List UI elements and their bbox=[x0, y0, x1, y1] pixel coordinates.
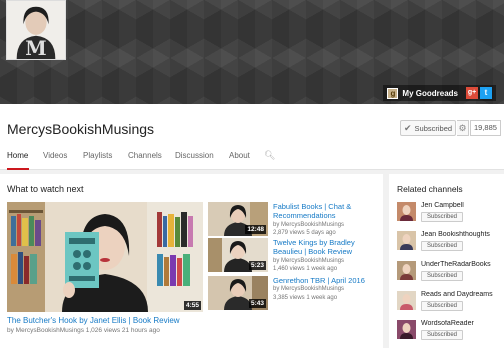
tab-videos[interactable]: Videos bbox=[43, 151, 67, 170]
featured-video-meta: by MercysBookishMusings 1,026 views 21 h… bbox=[7, 327, 160, 334]
video-stats: 3,385 views 1 week ago bbox=[273, 295, 338, 301]
video-item[interactable]: 5:43 Genrethon TBR | April 2016 by Mercy… bbox=[208, 276, 378, 312]
subscribe-button[interactable]: Subscribed bbox=[421, 301, 464, 311]
tab-discussion[interactable]: Discussion bbox=[175, 151, 214, 170]
section-title: What to watch next bbox=[7, 184, 84, 194]
avatar[interactable] bbox=[397, 320, 416, 339]
google-plus-icon[interactable]: g+ bbox=[466, 87, 478, 99]
related-channel-item[interactable]: Jean Bookishthoughts Subscribed bbox=[397, 231, 502, 255]
channel-title[interactable]: MercysBookishMusings bbox=[7, 121, 154, 137]
video-stats: 1,460 views 1 week ago bbox=[273, 266, 338, 272]
avatar[interactable] bbox=[397, 202, 416, 221]
related-channel-item[interactable]: Reads and Daydreams Subscribed bbox=[397, 291, 502, 315]
check-icon: ✔ bbox=[404, 122, 412, 133]
channel-banner: M g My Goodreads g+ t bbox=[0, 0, 504, 104]
video-duration: 5:23 bbox=[248, 261, 266, 270]
tab-about[interactable]: About bbox=[229, 151, 250, 170]
video-duration: 4:55 bbox=[183, 301, 201, 310]
featured-video-thumbnail[interactable]: 4:55 bbox=[7, 202, 203, 312]
related-channels-sidebar: Related channels Jen Campbell Subscribed… bbox=[389, 174, 504, 348]
related-channel-name[interactable]: Jean Bookishthoughts bbox=[421, 231, 501, 238]
search-icon[interactable]: 🔍︎ bbox=[264, 150, 275, 161]
svg-text:M: M bbox=[25, 37, 46, 59]
tab-home[interactable]: Home bbox=[7, 151, 29, 170]
video-stats: 2,879 views 5 days ago bbox=[273, 230, 336, 236]
subscribe-button[interactable]: Subscribed bbox=[421, 241, 464, 251]
video-duration: 5:43 bbox=[248, 299, 266, 308]
sidebar-title: Related channels bbox=[397, 184, 463, 194]
avatar[interactable] bbox=[397, 231, 416, 250]
related-channel-item[interactable]: UnderTheRadarBooks Subscribed bbox=[397, 261, 502, 285]
channel-header: MercysBookishMusings ✔ Subscribed ⚙ 19,8… bbox=[0, 104, 504, 170]
goodreads-link[interactable]: My Goodreads bbox=[402, 89, 458, 98]
subscribe-button[interactable]: Subscribed bbox=[421, 212, 464, 222]
video-thumbnail[interactable]: 5:43 bbox=[208, 276, 268, 310]
channel-avatar[interactable]: M bbox=[6, 0, 66, 60]
video-item[interactable]: 12:48 Fabulist Books | Chat & Recommenda… bbox=[208, 202, 378, 238]
tab-playlists[interactable]: Playlists bbox=[83, 151, 112, 170]
video-title[interactable]: Twelve Kings by Bradley Beaulieu | Book … bbox=[273, 238, 383, 256]
related-channel-item[interactable]: Jen Campbell Subscribed bbox=[397, 202, 502, 226]
banner-links: g My Goodreads g+ t bbox=[383, 85, 496, 101]
video-title[interactable]: Genrethon TBR | April 2016 bbox=[273, 276, 383, 285]
video-title[interactable]: Fabulist Books | Chat & Recommendations bbox=[273, 202, 383, 220]
video-thumbnail[interactable]: 12:48 bbox=[208, 202, 268, 236]
related-channel-name[interactable]: Reads and Daydreams bbox=[421, 291, 501, 298]
video-author: by MercysBookishMusings bbox=[273, 222, 345, 228]
related-channel-name[interactable]: UnderTheRadarBooks bbox=[421, 261, 501, 268]
video-author: by MercysBookishMusings bbox=[273, 258, 345, 264]
subscriber-count: 19,885 bbox=[470, 120, 501, 136]
video-item[interactable]: 5:23 Twelve Kings by Bradley Beaulieu | … bbox=[208, 238, 378, 274]
avatar[interactable] bbox=[397, 261, 416, 280]
avatar[interactable] bbox=[397, 291, 416, 310]
goodreads-icon[interactable]: g bbox=[387, 87, 399, 99]
subscribe-button[interactable]: Subscribed bbox=[421, 271, 464, 281]
video-thumbnail[interactable]: 5:23 bbox=[208, 238, 268, 272]
featured-video-title[interactable]: The Butcher's Hook by Janet Ellis | Book… bbox=[7, 316, 180, 325]
related-channel-name[interactable]: Jen Campbell bbox=[421, 202, 501, 209]
video-duration: 12:48 bbox=[245, 225, 266, 234]
related-channel-name[interactable]: WordsofaReader bbox=[421, 320, 501, 327]
video-author: by MercysBookishMusings bbox=[273, 286, 345, 292]
twitter-icon[interactable]: t bbox=[480, 87, 492, 99]
related-channel-item[interactable]: WordsofaReader Subscribed bbox=[397, 320, 502, 344]
tab-channels[interactable]: Channels bbox=[128, 151, 162, 170]
main-content: What to watch next 4:55 The Butcher's Ho… bbox=[0, 174, 383, 348]
gear-icon[interactable]: ⚙ bbox=[457, 120, 469, 136]
subscribe-button[interactable]: Subscribed bbox=[421, 330, 464, 340]
subscribe-button[interactable]: ✔ Subscribed bbox=[400, 120, 456, 136]
subscribe-label: Subscribed bbox=[414, 123, 453, 133]
